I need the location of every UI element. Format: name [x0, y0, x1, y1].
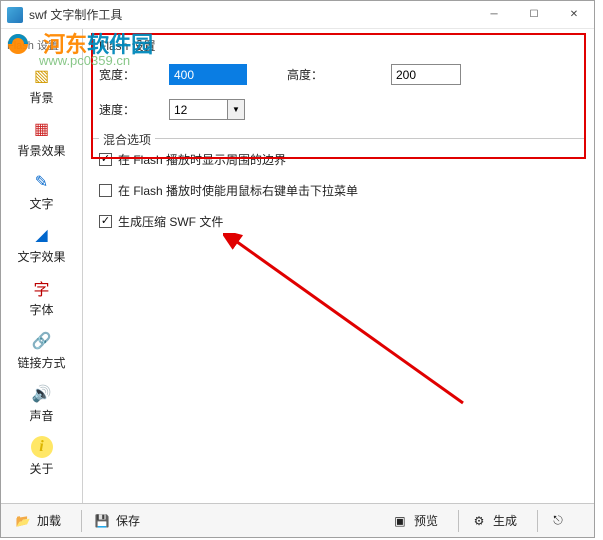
option-enable-right-click[interactable]: 在 Flash 播放时使能用鼠标右键单击下拉菜单: [99, 182, 584, 199]
font-icon: 字: [31, 277, 53, 299]
height-label: 高度：: [287, 66, 347, 83]
chevron-down-icon[interactable]: ▼: [227, 99, 245, 120]
preview-button[interactable]: ▣ 预览: [384, 508, 446, 533]
minimize-button[interactable]: ─: [474, 1, 514, 29]
sidebar-item-link[interactable]: 🔗 链接方式: [1, 324, 82, 377]
blend-options-title: 混合选项: [99, 131, 155, 148]
speed-input[interactable]: [169, 99, 227, 120]
close-button[interactable]: ✕: [554, 1, 594, 29]
sidebar-item-sound[interactable]: 🔊 声音: [1, 377, 82, 430]
checkbox-compress-swf[interactable]: [99, 215, 112, 228]
checkbox-show-border[interactable]: [99, 153, 112, 166]
option-show-border[interactable]: 在 Flash 播放时显示周围的边界: [99, 151, 584, 168]
text-icon: ✎: [31, 171, 53, 193]
bottom-toolbar: 📂 加载 💾 保存 ▣ 预览 ⚙ 生成 ⎋: [1, 503, 594, 537]
save-icon: 💾: [94, 513, 110, 529]
width-label: 宽度：: [99, 66, 169, 83]
titlebar: swf 文字制作工具 ─ ☐ ✕: [1, 1, 594, 29]
speed-combo[interactable]: ▼: [169, 99, 245, 120]
width-input[interactable]: [169, 64, 247, 85]
background-icon: ▧: [31, 65, 53, 87]
save-button[interactable]: 💾 保存: [86, 508, 148, 533]
window-title: swf 文字制作工具: [29, 6, 474, 23]
exit-icon: ⎋: [550, 513, 566, 529]
sidebar-item-text[interactable]: ✎ 文字: [1, 165, 82, 218]
generate-icon: ⚙: [471, 513, 487, 529]
preview-icon: ▣: [392, 513, 408, 529]
sidebar-item-text-effect[interactable]: ◢ 文字效果: [1, 218, 82, 271]
app-icon: [7, 7, 23, 23]
blend-options-group: 混合选项 在 Flash 播放时显示周围的边界 在 Flash 播放时使能用鼠标…: [93, 138, 584, 230]
height-input[interactable]: [391, 64, 461, 85]
checkbox-enable-right-click[interactable]: [99, 184, 112, 197]
sidebar-item-font[interactable]: 字 字体: [1, 271, 82, 324]
open-folder-icon: 📂: [15, 513, 31, 529]
text-effect-icon: ◢: [31, 224, 53, 246]
about-icon: i: [31, 436, 53, 458]
load-button[interactable]: 📂 加载: [7, 508, 69, 533]
generate-button[interactable]: ⚙ 生成: [463, 508, 525, 533]
speed-label: 速度：: [99, 101, 169, 118]
link-icon: 🔗: [31, 330, 53, 352]
content-panel: Flash 设置 宽度： 高度： 速度： ▼ 混合选项 在 Flash 播放时显…: [83, 29, 594, 503]
flash-settings-title: Flash 设置: [99, 37, 584, 54]
sidebar-item-background-effect[interactable]: ▦ 背景效果: [1, 112, 82, 165]
sidebar-header: Flash 设置: [1, 35, 82, 59]
option-compress-swf[interactable]: 生成压缩 SWF 文件: [99, 213, 584, 230]
sidebar-item-background[interactable]: ▧ 背景: [1, 59, 82, 112]
sound-icon: 🔊: [31, 383, 53, 405]
exit-button[interactable]: ⎋: [542, 509, 580, 533]
maximize-button[interactable]: ☐: [514, 1, 554, 29]
sidebar-item-about[interactable]: i 关于: [1, 430, 82, 483]
sidebar: Flash 设置 ▧ 背景 ▦ 背景效果 ✎ 文字 ◢ 文字效果 字 字体: [1, 29, 83, 503]
background-effect-icon: ▦: [31, 118, 53, 140]
annotation-arrow: [223, 233, 483, 413]
